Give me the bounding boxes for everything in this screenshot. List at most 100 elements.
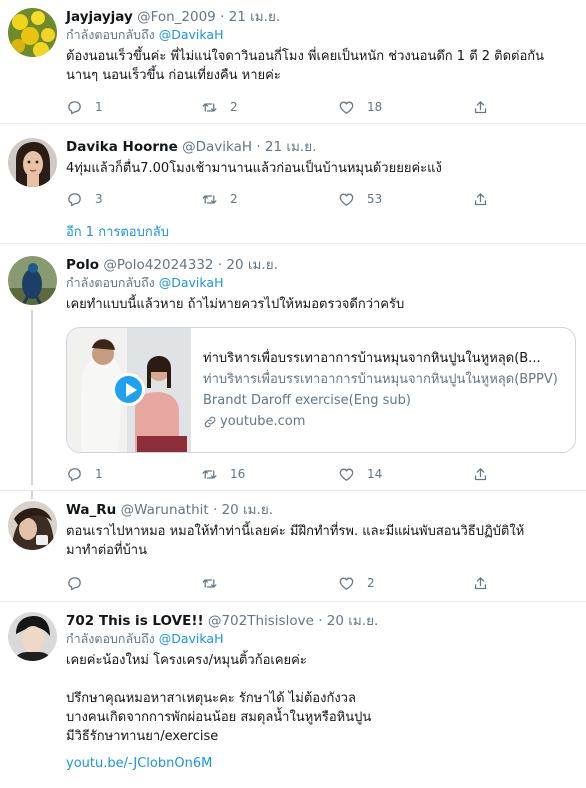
like-icon [339, 101, 354, 114]
avatar[interactable] [8, 256, 57, 305]
avatar[interactable] [8, 612, 57, 661]
share-icon [474, 576, 487, 589]
avatar[interactable] [8, 501, 57, 550]
share-button[interactable] [472, 98, 489, 116]
like-count: 14 [367, 467, 383, 481]
retweet-icon [202, 194, 217, 204]
reply-button[interactable] [66, 574, 95, 592]
like-count: 2 [367, 576, 375, 590]
share-icon [474, 100, 487, 113]
show-more-replies-link[interactable]: อีก 1 การตอบกลับ [66, 221, 169, 242]
mention-link[interactable]: @DavikaH [159, 275, 224, 290]
tweet[interactable]: Davika Hoorne @DavikaH · 21 เม.ย. 4ทุ่มแ… [0, 124, 586, 244]
like-icon [339, 577, 354, 590]
user-name[interactable]: Davika Hoorne [66, 139, 178, 155]
tweet-date[interactable]: 20 เม.ย. [222, 502, 273, 518]
share-button[interactable] [472, 190, 489, 208]
tweet-header: Davika Hoorne @DavikaH · 21 เม.ย. [66, 138, 578, 156]
action-bar: 1 16 14 [66, 465, 496, 483]
link-preview-card[interactable]: ท่าบริหารเพื่อบรรเทาอาการบ้านหมุนจากหินป… [66, 327, 576, 453]
reply-count: 3 [95, 192, 103, 206]
tweet-date[interactable]: 20 เม.ย. [327, 613, 378, 629]
tweet-text: ตอนเราไปหาหมอ หมอให้ทำท่านี้เลยค่ะ มีฝึก… [66, 524, 525, 558]
like-button[interactable]: 18 [338, 98, 382, 116]
reply-prefix: กำลังตอบกลับถึง [66, 27, 155, 42]
video-thumbnail[interactable] [67, 328, 191, 452]
user-handle[interactable]: @Fon_2009 [137, 9, 216, 25]
card-title: ท่าบริหารเพื่อบรรเทาอาการบ้านหมุนจากหินป… [203, 351, 541, 366]
like-button[interactable]: 53 [338, 190, 382, 208]
user-name[interactable]: Jayjayjay [66, 9, 133, 25]
reply-context: กำลังตอบกลับถึง @DavikaH [66, 274, 578, 291]
tweet-header: Polo @Polo42024332 · 20 เม.ย. [66, 256, 578, 274]
action-bar: 2 [66, 574, 496, 592]
tweet-date[interactable]: 21 เม.ย. [265, 139, 316, 155]
tweet-date[interactable]: 21 เม.ย. [229, 9, 280, 25]
avatar[interactable] [8, 138, 57, 187]
tweet-text: 4ทุ่มแล้วก็ตื่น7.00โมงเช้ามานานแล้วก่อนเ… [66, 161, 442, 176]
action-bar: 1 2 18 [66, 98, 496, 116]
user-handle[interactable]: @Polo42024332 [103, 257, 213, 273]
retweet-count: 2 [230, 100, 238, 114]
retweet-button[interactable]: 2 [201, 190, 238, 208]
tweet[interactable]: Jayjayjay @Fon_2009 · 21 เม.ย. กำลังตอบก… [0, 0, 586, 124]
retweet-button[interactable] [201, 574, 230, 592]
share-icon [474, 192, 487, 205]
retweet-icon [202, 469, 217, 479]
user-name[interactable]: Polo [66, 257, 99, 273]
avatar[interactable] [8, 8, 57, 57]
youtube-link[interactable]: youtu.be/-JClobnOn6M [66, 756, 578, 771]
user-handle[interactable]: @Warunathit [121, 502, 209, 518]
card-domain-text: youtube.com [220, 414, 306, 429]
like-button[interactable]: 2 [338, 574, 375, 592]
like-icon [339, 468, 354, 481]
reply-button[interactable]: 1 [66, 465, 103, 483]
like-count: 18 [367, 100, 383, 114]
card-description: ท่าบริหารเพื่อบรรเทาอาการบ้านหมุนจากหินป… [203, 372, 558, 408]
thread-line [31, 491, 33, 499]
reply-icon [68, 100, 81, 114]
card-domain: youtube.com [203, 411, 563, 432]
tweet-text: เคยทำแบบนี้แล้วหาย ถ้าไม่หายควรไปให้หมอต… [66, 297, 405, 312]
reply-prefix: กำลังตอบกลับถึง [66, 631, 155, 646]
retweet-icon [202, 102, 217, 112]
play-icon[interactable] [112, 373, 145, 406]
tweet-text: ต้องนอนเร็วขึ้นค่ะ พี่ไม่แน่ใจดาวินอนกี่… [66, 49, 545, 83]
reply-count: 1 [95, 100, 103, 114]
tweet-text: เคยค่ะน้องใหม่ โครงเครง/หมุนติ้วก้อเคยค่… [66, 653, 372, 744]
mention-link[interactable]: @DavikaH [159, 27, 224, 42]
tweet[interactable]: Wa_Ru @Warunathit · 20 เม.ย. ตอนเราไปหาห… [0, 491, 586, 602]
tweet[interactable]: Polo @Polo42024332 · 20 เม.ย. กำลังตอบกล… [0, 244, 586, 491]
tweet-date[interactable]: 20 เม.ย. [226, 257, 277, 273]
thread-line [31, 310, 33, 485]
retweet-button[interactable]: 2 [201, 98, 238, 116]
like-icon [339, 193, 354, 206]
user-handle[interactable]: @DavikaH [182, 139, 252, 155]
retweet-count: 16 [230, 467, 246, 481]
user-handle[interactable]: @702Thisislove [208, 613, 314, 629]
separator-dot: · [212, 502, 218, 518]
reply-icon [68, 576, 81, 590]
tweet-header: Wa_Ru @Warunathit · 20 เม.ย. [66, 501, 578, 519]
retweet-count: 2 [230, 192, 238, 206]
user-name[interactable]: Wa_Ru [66, 502, 116, 518]
separator-dot: · [256, 139, 261, 155]
like-count: 53 [367, 192, 383, 206]
tweet[interactable]: 702 This is LOVE!! @702Thisislove · 20 เ… [0, 602, 586, 788]
user-name[interactable]: 702 This is LOVE!! [66, 613, 204, 629]
mention-link[interactable]: @DavikaH [159, 631, 224, 646]
like-button[interactable]: 14 [338, 465, 382, 483]
reply-button[interactable]: 3 [66, 190, 103, 208]
reply-context: กำลังตอบกลับถึง @DavikaH [66, 630, 578, 647]
reply-context: กำลังตอบกลับถึง @DavikaH [66, 26, 578, 43]
reply-icon [68, 192, 81, 206]
share-button[interactable] [472, 574, 489, 592]
share-button[interactable] [472, 465, 489, 483]
reply-button[interactable]: 1 [66, 98, 103, 116]
tweet-header: 702 This is LOVE!! @702Thisislove · 20 เ… [66, 612, 578, 630]
retweet-icon [202, 578, 217, 588]
separator-dot: · [318, 613, 323, 629]
tweet-header: Jayjayjay @Fon_2009 · 21 เม.ย. [66, 8, 578, 26]
retweet-button[interactable]: 16 [201, 465, 245, 483]
reply-icon [68, 467, 81, 481]
